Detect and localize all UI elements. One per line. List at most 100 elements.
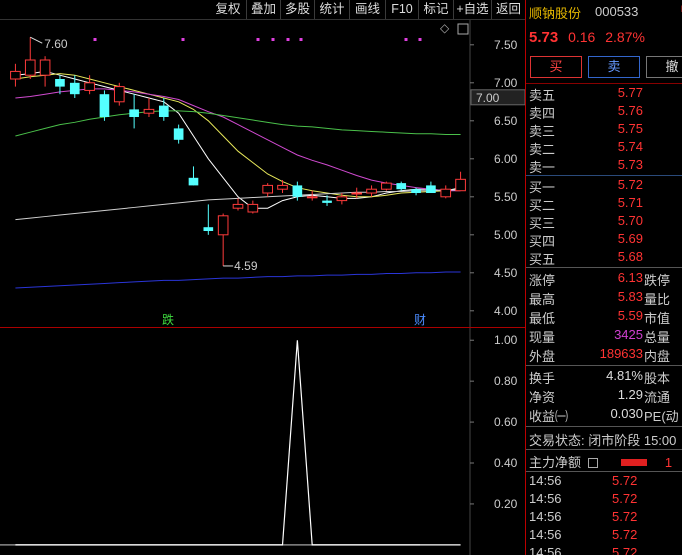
stat-label: 净资 [529, 390, 556, 405]
indicator-chart[interactable]: 1.00 0.80 0.60 0.40 0.20 [0, 328, 525, 555]
candle-body [262, 184, 273, 194]
overlay-button[interactable]: 叠加 [246, 0, 280, 19]
bid-price: 5.71 [617, 195, 643, 210]
candle-body [396, 183, 407, 190]
event-dot [286, 38, 290, 41]
bid-price: 5.69 [617, 231, 643, 246]
candle-body [217, 215, 229, 236]
stat-label: 最低 [529, 311, 556, 326]
tick-price: 5.72 [612, 473, 638, 488]
bid-row[interactable]: 买一 5.72 [526, 177, 682, 195]
ask-price: 5.76 [617, 103, 643, 118]
stat-label-2: 总量 [644, 330, 671, 345]
event-dot [256, 38, 260, 41]
high-annotation: 7.60 [44, 37, 68, 51]
y-tick-label: 7.50 [494, 38, 518, 52]
stat-value: 1.29 [617, 387, 643, 402]
tick-time: 14:56 [529, 491, 562, 506]
candle-body [232, 203, 244, 209]
window-icon [457, 23, 469, 35]
event-dot [93, 38, 97, 41]
candle-body [411, 189, 421, 193]
bid-row[interactable]: 买二 5.71 [526, 195, 682, 213]
mark-button[interactable]: 标记 [418, 0, 453, 19]
candle-body [129, 109, 139, 117]
ask-label: 卖二 [529, 142, 556, 157]
bid-row[interactable]: 买五 5.68 [526, 249, 682, 267]
bid-row[interactable]: 买四 5.69 [526, 231, 682, 249]
stat-value: 6.13 [617, 270, 643, 285]
ask-label: 卖五 [529, 88, 556, 103]
current-price: 5.73 [529, 29, 559, 46]
f10-button[interactable]: F10 [385, 0, 418, 19]
statistics-button[interactable]: 统计 [314, 0, 349, 19]
candle-body [188, 177, 199, 186]
candle-body [426, 185, 436, 193]
high-pointer [30, 36, 43, 44]
stat-value: 4.81% [606, 368, 643, 383]
y-tick-label: 5.00 [494, 228, 518, 242]
ask-price: 5.74 [617, 139, 643, 154]
restore-rights-button[interactable]: 复权 [210, 0, 246, 19]
y-tick-label: 6.00 [494, 152, 518, 166]
y-tick-label: 5.50 [494, 190, 518, 204]
ma-line [15, 73, 461, 198]
candlestick-chart[interactable]: 7.50 7.00 6.50 6.00 5.50 5.00 4.50 4.00 7.00 ◇ 7.6… [0, 20, 525, 328]
stat-label: 外盘 [529, 349, 556, 364]
ask-row[interactable]: 卖三 5.75 [526, 121, 682, 139]
stat-label: 现量 [529, 330, 556, 345]
calendar-icon[interactable] [587, 458, 598, 468]
ask-price: 5.75 [617, 121, 643, 136]
candle-body [455, 178, 466, 192]
y-tick-label: 0.40 [494, 456, 518, 470]
multi-stock-button[interactable]: 多股 [280, 0, 314, 19]
event-dot [299, 38, 303, 41]
main-flow-row[interactable]: 主力净额 1 [529, 452, 672, 471]
y-tick-label: 0.60 [494, 415, 518, 429]
stat-value: 3425 [614, 327, 643, 342]
price-change-pct: 2.87% [605, 29, 645, 45]
ask-label: 卖四 [529, 106, 556, 121]
ma-line [15, 110, 461, 137]
y-tick-label: 7.00 [494, 76, 518, 90]
stat-label: 收益㈠ [529, 409, 569, 424]
main-flow-label: 主力净额 [529, 455, 582, 470]
candle-body [69, 82, 80, 95]
ask-row[interactable]: 卖二 5.74 [526, 139, 682, 157]
tick-price: 5.72 [612, 527, 638, 542]
candle-body [366, 188, 377, 194]
cancel-order-button[interactable]: 撤 [646, 56, 682, 78]
candle-body [322, 200, 332, 203]
stat-row: 现量 3425 总量 [526, 327, 682, 345]
tick-time: 14:56 [529, 545, 562, 555]
sell-button[interactable]: 卖 [588, 56, 640, 78]
y-tick-label: 4.50 [494, 266, 518, 280]
candle-body [277, 184, 288, 190]
buy-button[interactable]: 买 [530, 56, 582, 78]
event-dot [181, 38, 185, 41]
tick-row: 14:56 5.72 [526, 545, 682, 555]
ask-row[interactable]: 卖一 5.73 [526, 157, 682, 175]
main-flow-bar [621, 459, 648, 466]
bid-row[interactable]: 买三 5.70 [526, 213, 682, 231]
ma-line [15, 88, 461, 192]
candle-body [203, 227, 214, 231]
candle-body [306, 196, 318, 199]
bid-price: 5.70 [617, 213, 643, 228]
candle-body [336, 196, 348, 202]
toolbar: 复权 叠加 多股 统计 画线 F10 标记 +自选 返回 [0, 0, 525, 20]
draw-line-button[interactable]: 画线 [349, 0, 385, 19]
back-button[interactable]: 返回 [491, 0, 525, 19]
event-label: 财 [414, 313, 426, 327]
add-watchlist-button[interactable]: +自选 [453, 0, 491, 19]
divider [526, 426, 682, 427]
divider [526, 267, 682, 268]
stock-name: 顺钠股份 [529, 6, 582, 21]
bid-price: 5.72 [617, 177, 643, 192]
ask-row[interactable]: 卖四 5.76 [526, 103, 682, 121]
ask-row[interactable]: 卖五 5.77 [526, 85, 682, 103]
y-tick-label: 0.80 [494, 374, 518, 388]
candle-body [247, 203, 259, 213]
ask-price: 5.77 [617, 85, 643, 100]
tick-row: 14:56 5.72 [526, 491, 682, 509]
